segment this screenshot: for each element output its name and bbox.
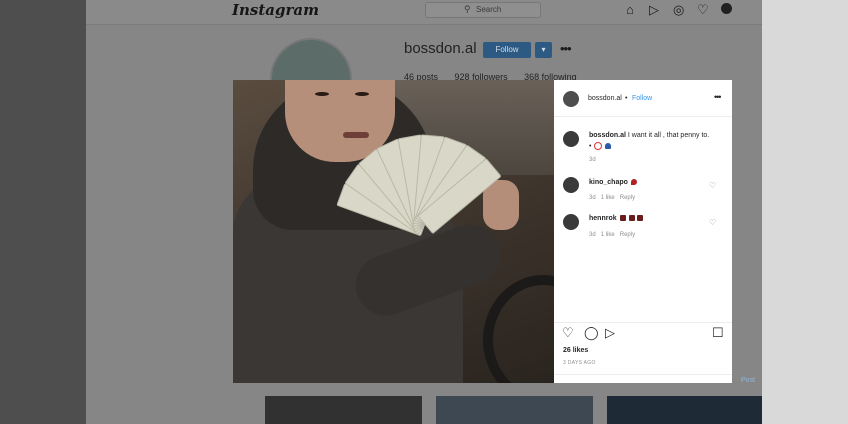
grid-post-thumbnail[interactable] — [436, 396, 593, 424]
divider — [554, 116, 732, 117]
grid-post-thumbnail[interactable] — [607, 396, 762, 424]
comment-time: 3d — [589, 195, 596, 201]
caption-avatar[interactable] — [563, 131, 579, 147]
bookmark-icon[interactable]: ☐ — [712, 326, 724, 340]
post-timestamp: 3 DAYS AGO — [563, 360, 596, 366]
comment-likes[interactable]: 1 like — [601, 195, 615, 201]
caption-line2: • — [589, 142, 592, 150]
comment-text: kino_chapo — [589, 179, 637, 186]
like-heart-icon[interactable]: ♡ — [562, 326, 574, 340]
post-author-avatar[interactable] — [563, 91, 579, 107]
emoji-icon — [619, 215, 626, 222]
explore-icon[interactable]: ◎ — [673, 2, 684, 18]
comment-time: 3d — [589, 232, 596, 238]
profile-options-button[interactable]: ••• — [560, 41, 572, 56]
grid-post-thumbnail[interactable] — [265, 396, 422, 424]
top-navigation-bar: Instagram ⚲ Search ⌂ ▷ ◎ ♡ — [86, 0, 762, 25]
comment-like-heart-icon[interactable]: ♡ — [709, 218, 716, 227]
post-details-panel: bossdon.al • Follow ••• bossdon.al I wan… — [554, 80, 732, 383]
search-input[interactable]: ⚲ Search — [425, 2, 541, 18]
post-photo — [233, 80, 554, 383]
follow-button[interactable]: Follow — [483, 42, 531, 58]
photo-hand — [483, 180, 519, 230]
caption-username[interactable]: bossdon.al — [589, 132, 626, 139]
emoji-icon — [630, 179, 637, 186]
divider — [554, 374, 732, 375]
instagram-logo[interactable]: Instagram — [232, 1, 319, 19]
post-comment-button[interactable]: Post — [741, 377, 755, 384]
caption-text: bossdon.al I want it all , that penny to… — [589, 132, 709, 139]
profile-username: bossdon.al — [404, 40, 477, 57]
comment-meta: 3d 1 like Reply — [589, 232, 635, 238]
emoji-icon — [594, 142, 603, 150]
comment-bubble-icon[interactable]: ◯ — [584, 326, 599, 340]
comment-username[interactable]: kino_chapo — [589, 179, 628, 186]
comment-username[interactable]: hennrok — [589, 215, 617, 222]
caption-line2-row: • — [589, 142, 612, 150]
profile-avatar-icon[interactable] — [721, 3, 732, 14]
post-author-username[interactable]: bossdon.al — [588, 95, 622, 102]
comment-avatar[interactable] — [563, 177, 579, 193]
search-placeholder: Search — [476, 5, 502, 14]
comment-reply-button[interactable]: Reply — [620, 195, 635, 201]
likes-count[interactable]: 26 likes — [563, 347, 588, 354]
suggested-dropdown-button[interactable]: ▾ — [535, 42, 552, 58]
comment-avatar[interactable] — [563, 214, 579, 230]
post-options-button[interactable]: ••• — [714, 92, 722, 102]
activity-heart-icon[interactable]: ♡ — [697, 2, 709, 18]
comment-meta: 3d 1 like Reply — [589, 195, 635, 201]
separator-dot: • — [625, 95, 628, 102]
left-background — [0, 0, 86, 424]
right-background — [762, 0, 848, 424]
comment-like-heart-icon[interactable]: ♡ — [709, 181, 716, 190]
share-icon[interactable]: ▷ — [605, 326, 615, 340]
home-icon[interactable]: ⌂ — [626, 2, 634, 18]
emoji-icon — [605, 143, 612, 149]
comment-likes[interactable]: 1 like — [601, 232, 615, 238]
divider — [554, 322, 732, 323]
emoji-icon — [637, 215, 644, 222]
comment-text: hennrok — [589, 215, 644, 222]
direct-icon[interactable]: ▷ — [649, 2, 659, 18]
search-icon: ⚲ — [464, 4, 471, 14]
comment-reply-button[interactable]: Reply — [620, 232, 635, 238]
post-follow-link[interactable]: Follow — [632, 95, 652, 102]
caption-time: 3d — [589, 157, 596, 163]
caption-line1: I want it all , that penny to. — [627, 132, 710, 139]
emoji-icon — [628, 215, 635, 222]
